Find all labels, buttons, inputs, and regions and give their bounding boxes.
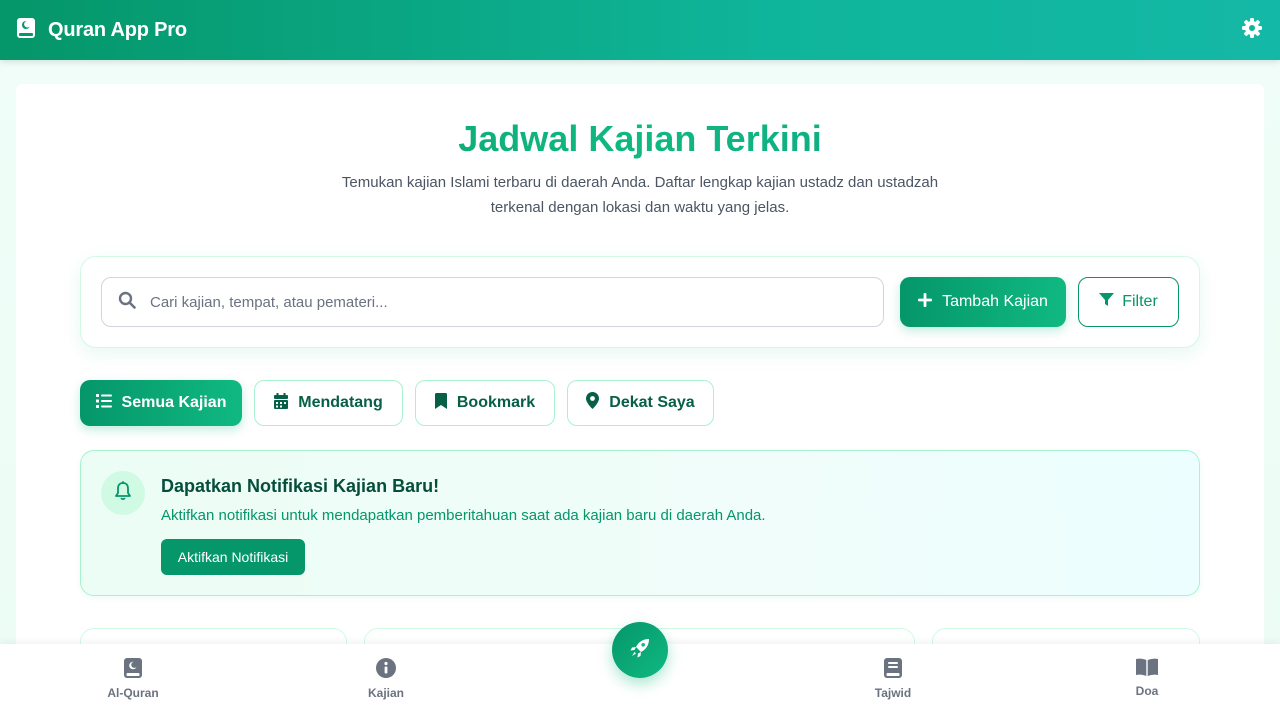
quran-book-icon	[124, 658, 142, 681]
nav-label: Kajian	[367, 686, 404, 700]
tab-label: Dekat Saya	[609, 394, 695, 411]
open-book-icon	[1136, 658, 1158, 679]
filter-icon	[1099, 292, 1115, 312]
filter-label: Filter	[1122, 293, 1158, 310]
add-kajian-button[interactable]: Tambah Kajian	[900, 277, 1066, 327]
search-input[interactable]	[150, 293, 830, 311]
nav-item-kajian[interactable]: Kajian	[326, 658, 446, 700]
settings-button[interactable]	[1240, 17, 1264, 43]
nav-label: Tajwid	[874, 686, 912, 700]
nav-item-doa[interactable]: Doa	[1087, 658, 1207, 698]
info-icon	[376, 658, 396, 681]
tab-mendatang[interactable]: Mendatang	[254, 380, 403, 426]
calendar-icon	[274, 392, 289, 414]
tab-label: Semua Kajian	[121, 394, 227, 411]
tab-dekat-saya[interactable]: Dekat Saya	[567, 380, 714, 426]
nav-label: Al-Quran	[107, 686, 159, 700]
gear-icon	[1242, 17, 1262, 43]
filter-button[interactable]: Filter	[1078, 277, 1179, 327]
tab-label: Bookmark	[456, 394, 536, 411]
page-title: Jadwal Kajian Terkini	[0, 118, 1280, 160]
notification-title: Dapatkan Notifikasi Kajian Baru!	[161, 476, 440, 496]
tab-bookmark[interactable]: Bookmark	[415, 380, 555, 426]
book-icon	[884, 658, 902, 681]
brand[interactable]: Quran App Pro	[16, 17, 187, 44]
quick-action-fab[interactable]	[612, 622, 668, 678]
enable-notification-button[interactable]: Aktifkan Notifikasi	[161, 539, 305, 575]
nav-label: Doa	[1135, 684, 1159, 698]
tab-semua-kajian[interactable]: Semua Kajian	[80, 380, 242, 426]
rocket-icon	[630, 638, 650, 663]
search-icon	[118, 291, 136, 314]
quran-book-icon	[16, 17, 36, 44]
bookmark-icon	[434, 392, 447, 414]
add-kajian-label: Tambah Kajian	[942, 293, 1048, 310]
nav-item-al-quran[interactable]: Al-Quran	[73, 658, 193, 700]
notification-icon-circle	[101, 471, 145, 515]
bell-icon	[114, 480, 132, 506]
page-subtitle: Temukan kajian Islami terbaru di daerah …	[341, 174, 939, 216]
map-pin-icon	[586, 392, 600, 414]
app-header: Quran App Pro	[0, 0, 1280, 60]
search-box[interactable]	[101, 277, 884, 327]
app-title: Quran App Pro	[48, 18, 187, 41]
tab-label: Mendatang	[298, 394, 383, 411]
plus-icon	[918, 292, 933, 312]
list-icon	[95, 393, 112, 413]
notification-text: Aktifkan notifikasi untuk mendapatkan pe…	[161, 507, 766, 524]
nav-item-tajwid[interactable]: Tajwid	[833, 658, 953, 700]
